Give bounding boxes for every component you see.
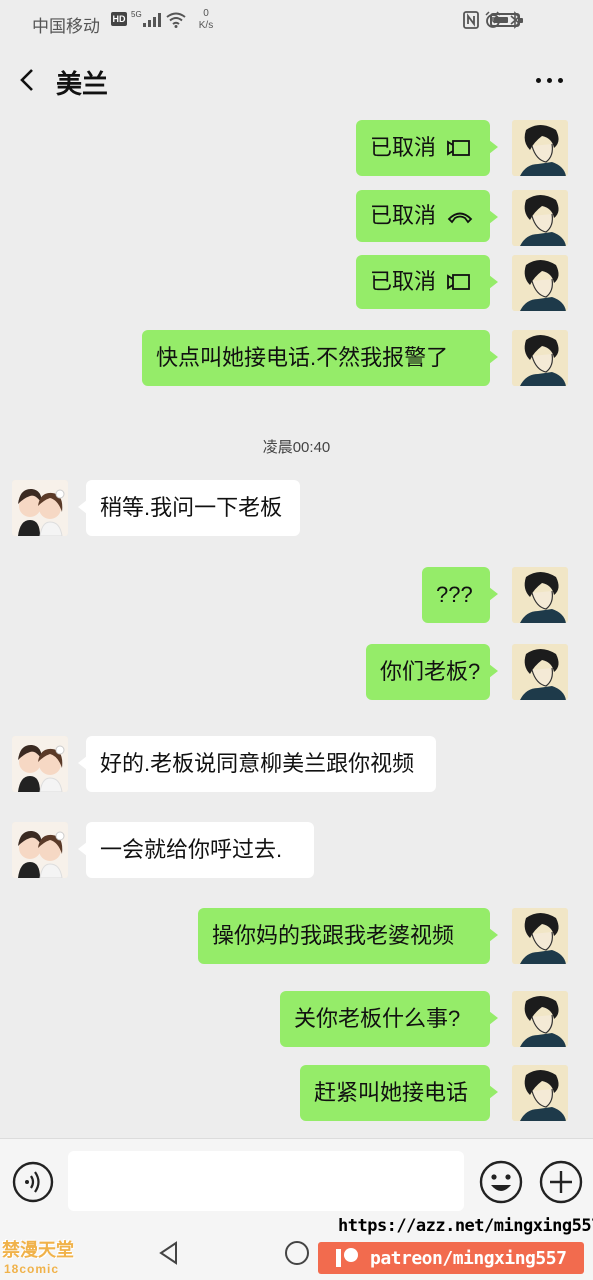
message-input[interactable] [68, 1151, 464, 1211]
video-call-icon [446, 138, 472, 158]
message-bubble[interactable]: 你们老板? [366, 644, 498, 700]
contact-avatar[interactable] [12, 822, 68, 878]
my-avatar[interactable] [512, 567, 568, 623]
patreon-icon [336, 1247, 362, 1269]
message-text: 你们老板? [380, 659, 481, 684]
hd-badge: HD [111, 12, 127, 26]
message-bubble[interactable]: 赶紧叫她接电话 [300, 1065, 498, 1121]
message-text: ??? [436, 582, 473, 607]
more-options-icon[interactable] [536, 66, 572, 94]
speed-value: 0 [203, 8, 209, 19]
phone-call-icon [446, 206, 474, 226]
chat-title: 美兰 [56, 69, 109, 99]
voice-input-icon[interactable] [12, 1161, 54, 1203]
carrier-name: 中国移动 [32, 17, 100, 36]
message-bubble[interactable]: 稍等.我问一下老板 [78, 480, 300, 536]
watermark-patreon-banner: patreon/mingxing557 [318, 1242, 584, 1274]
network-speed: 0 K/s [196, 8, 216, 32]
message-bubble[interactable]: 已取消 [356, 190, 498, 242]
watermark-url: https://azz.net/mingxing557 [338, 1216, 593, 1236]
input-bar [0, 1138, 593, 1224]
my-avatar[interactable] [512, 1065, 568, 1121]
message-timestamp: 凌晨00:40 [262, 439, 331, 456]
message-text: 已取消 [370, 269, 437, 294]
battery-icon [490, 13, 523, 27]
my-avatar[interactable] [512, 120, 568, 176]
contact-avatar[interactable] [12, 480, 68, 536]
message-text: 操你妈的我跟我老婆视频 [212, 923, 455, 948]
back-arrow-icon[interactable] [14, 64, 42, 96]
my-avatar[interactable] [512, 255, 568, 311]
my-avatar[interactable] [512, 330, 568, 386]
message-text: 已取消 [370, 135, 437, 160]
my-avatar[interactable] [512, 190, 568, 246]
watermark-patreon-text: patreon/mingxing557 [370, 1247, 567, 1269]
message-bubble[interactable]: 操你妈的我跟我老婆视频 [198, 908, 498, 964]
message-bubble[interactable]: 已取消 [356, 120, 498, 176]
my-avatar[interactable] [512, 644, 568, 700]
video-call-icon [446, 272, 472, 292]
message-bubble[interactable]: 一会就给你呼过去. [78, 822, 314, 878]
message-bubble[interactable]: 关你老板什么事? [280, 991, 498, 1047]
message-text: 关你老板什么事? [294, 1006, 461, 1031]
speed-unit: K/s [198, 20, 214, 31]
chat-header: 美兰 [0, 44, 593, 116]
message-bubble[interactable]: 已取消 [356, 255, 498, 309]
wifi-icon [166, 12, 186, 28]
add-more-icon[interactable] [538, 1159, 584, 1205]
message-text: 稍等.我问一下老板 [100, 495, 283, 520]
message-bubble[interactable]: 快点叫她接电话.不然我报警了 [142, 330, 498, 386]
network-type: 5G [131, 10, 142, 19]
message-text: 已取消 [370, 203, 437, 228]
status-bar: 中国移动 HD 5G 0 K/s [0, 0, 593, 44]
contact-avatar[interactable] [12, 736, 68, 792]
emoji-icon[interactable] [478, 1159, 524, 1205]
my-avatar[interactable] [512, 908, 568, 964]
message-text: 快点叫她接电话.不然我报警了 [156, 345, 449, 370]
signal-icon [143, 13, 161, 27]
nav-home-icon[interactable] [284, 1240, 310, 1266]
message-bubble[interactable]: 好的.老板说同意柳美兰跟你视频 [78, 736, 436, 792]
message-text: 一会就给你呼过去. [100, 837, 283, 862]
message-text: 好的.老板说同意柳美兰跟你视频 [100, 751, 415, 776]
watermark-site-sub: 18comic [4, 1262, 60, 1276]
watermark-site-logo: 禁漫天堂 [2, 1240, 74, 1260]
nfc-icon [463, 11, 479, 29]
message-text: 赶紧叫她接电话 [314, 1080, 469, 1105]
my-avatar[interactable] [512, 991, 568, 1047]
nav-back-icon[interactable] [156, 1240, 182, 1266]
message-bubble[interactable]: ??? [422, 567, 498, 623]
